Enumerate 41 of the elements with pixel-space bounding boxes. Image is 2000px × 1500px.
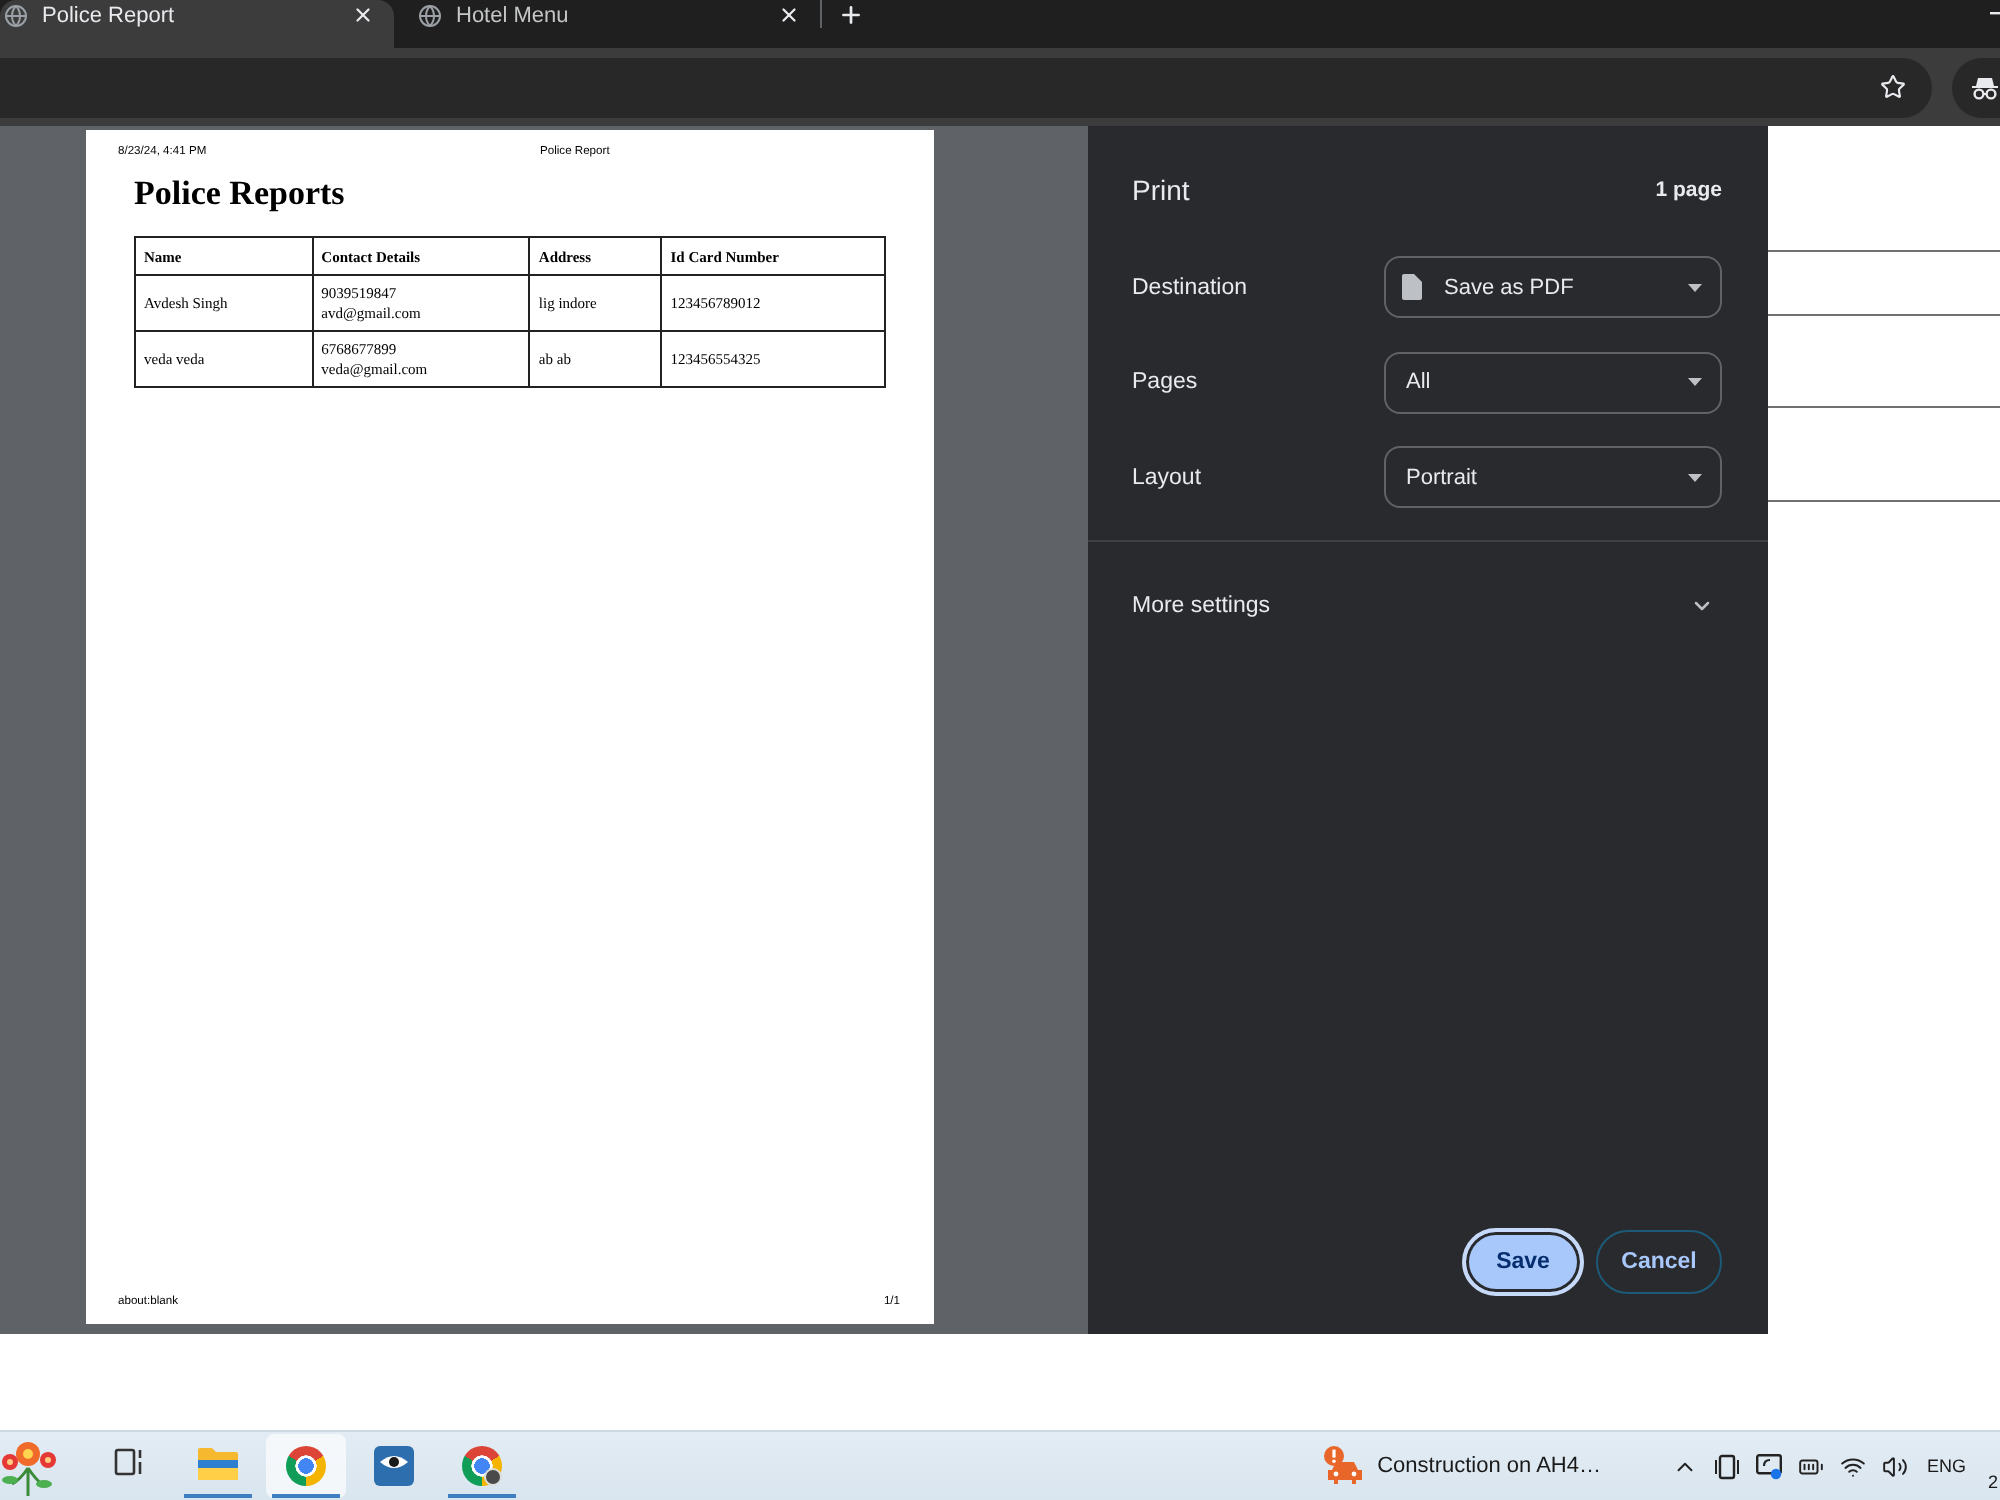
dropdown[interactable]: All — [1384, 351, 1722, 413]
caret-icon — [1688, 283, 1702, 291]
close-icon[interactable] — [352, 4, 374, 26]
report-heading: Police Reports — [134, 174, 347, 214]
screen-icon[interactable] — [1756, 1453, 1783, 1479]
close-icon[interactable] — [778, 4, 800, 26]
clock-text[interactable]: 2 — [1987, 1472, 1998, 1492]
page-count: 1 page — [1655, 178, 1722, 202]
dropdown[interactable]: Portrait — [1384, 446, 1722, 508]
save-button[interactable]: Save — [1462, 1228, 1584, 1296]
language-indicator[interactable]: ENG — [1926, 1456, 1966, 1476]
print-title: Print — [1132, 174, 1190, 206]
car-warning-icon — [1323, 1446, 1364, 1486]
folder-icon — [198, 1446, 238, 1482]
hat-glasses-icon — [1972, 75, 1998, 99]
browser-tab[interactable]: Hotel Menu — [394, 0, 820, 48]
file-icon — [1402, 274, 1422, 300]
caret-icon — [1688, 473, 1702, 481]
chrome-logo-icon — [462, 1446, 502, 1486]
setting-label: Pages — [1132, 370, 1200, 394]
device-icon[interactable] — [1714, 1453, 1741, 1479]
globe-icon — [4, 3, 28, 27]
wifi-icon[interactable] — [1840, 1453, 1867, 1479]
globe-icon — [418, 3, 442, 27]
setting-label: Layout — [1132, 465, 1204, 489]
dropdown[interactable]: Save as PDF — [1384, 256, 1722, 318]
speaker-icon[interactable] — [1882, 1453, 1909, 1479]
star-icon[interactable] — [1880, 74, 1906, 100]
task-view-icon — [114, 1446, 146, 1478]
flower-icon[interactable] — [0, 1436, 56, 1496]
profile-button[interactable] — [1952, 57, 2000, 117]
setting-label: Destination — [1132, 275, 1250, 299]
eye-icon — [374, 1446, 414, 1486]
browser-tab[interactable]: Police Report — [0, 0, 394, 48]
more-settings-toggle[interactable]: More settings — [1132, 588, 1722, 624]
news-ticker[interactable]: Construction on AH4… — [1323, 1446, 1601, 1486]
chrome-logo-icon — [286, 1446, 326, 1486]
caret-icon — [1688, 378, 1702, 386]
minimize-icon[interactable] — [1990, 12, 2000, 16]
plus-icon[interactable] — [838, 2, 864, 28]
cancel-button[interactable]: Cancel — [1596, 1230, 1722, 1294]
